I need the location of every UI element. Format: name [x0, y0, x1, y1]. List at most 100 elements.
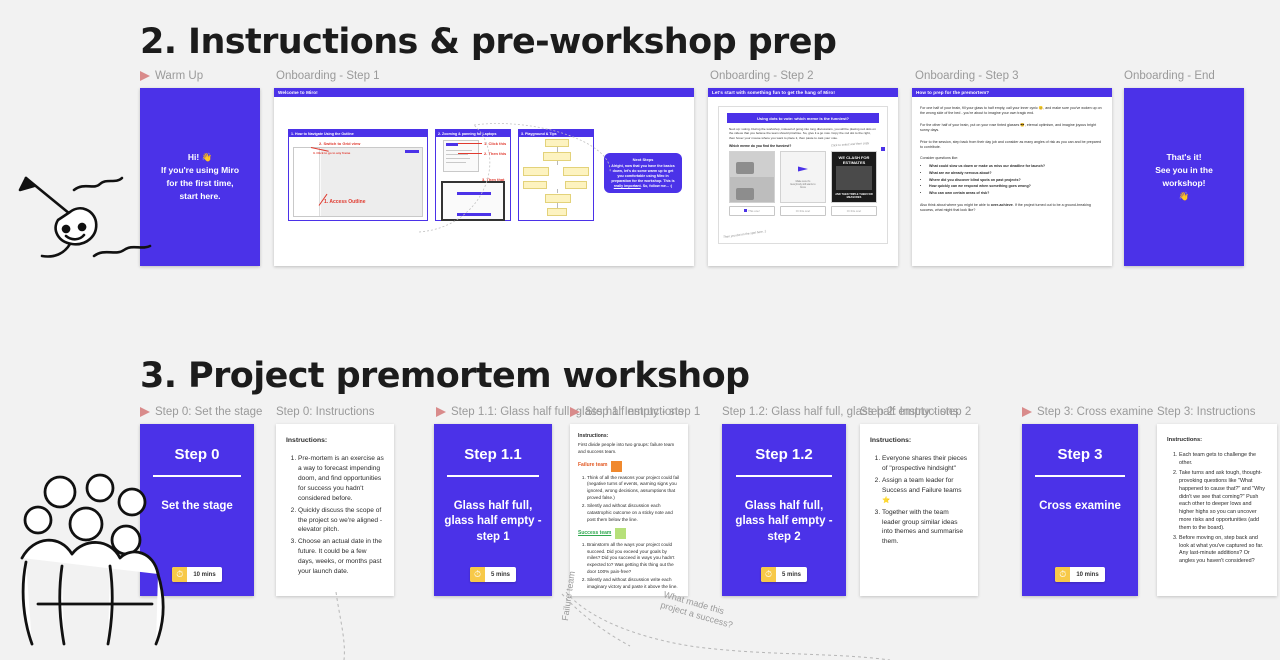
success-team-label: Success team: [578, 528, 680, 540]
step-card-subtitle: Glass half full, glass half empty - step…: [735, 499, 833, 543]
mini-card-body: [519, 137, 593, 219]
note-step-1-instructions[interactable]: Instructions: First divide people into t…: [570, 424, 688, 596]
mini-card-title: 2. Zooming & panning for Laptops: [436, 130, 510, 137]
meme-caption-bottom: AND THEN TRIPLE THEM FOR MEASURES: [835, 193, 873, 200]
miro-board-canvas[interactable]: 2. Instructions & pre-workshop prep Warm…: [0, 0, 1280, 660]
next-steps-sticky-note[interactable]: Next Steps Alright, now that you have th…: [604, 153, 682, 193]
timer-icon: ⏱: [1055, 567, 1071, 582]
annotation-then-this: 2. Then this: [484, 151, 507, 156]
vote-button-1[interactable]: This one!: [729, 206, 775, 217]
note-step-0-instructions[interactable]: Instructions: Pre-mortem is an exercise …: [276, 424, 394, 596]
flag-icon: [436, 407, 446, 417]
timer-icon: ⏱: [760, 567, 776, 582]
step-card-step-0[interactable]: Step 0 Set the stage ⏱ 10 mins: [140, 424, 254, 596]
closing-paragraph: Also think about where you might be able…: [920, 203, 1104, 214]
question-item: What could slow us down or make us miss …: [929, 164, 1104, 169]
note-intro: First divide people into two groups: fai…: [578, 442, 675, 454]
timer-badge[interactable]: ⏱ 5 mins: [760, 567, 807, 582]
frame-label-text: Step 1: Instructions: [585, 406, 684, 418]
next-steps-body-1: Alright, now that you have the basics do…: [611, 164, 675, 183]
note-item: Choose an actual date in the future. It …: [298, 537, 384, 577]
failure-team-label: Failure team: [578, 460, 680, 472]
flag-icon: [140, 407, 150, 417]
frame-warm-up[interactable]: Hi! 👋 If you're using Miro for the first…: [140, 88, 260, 266]
note-list: Each team gets to challenge the other. T…: [1167, 452, 1267, 566]
end-line-2: See you in the: [1155, 164, 1213, 175]
divider: [152, 475, 242, 477]
vote-button-2[interactable]: Or this one!: [780, 206, 826, 217]
canvas-label-failure-team: Failure team: [560, 570, 577, 622]
meme-option-3[interactable]: WE CLASH FOR ESTIMATES AND THEN TRIPLE T…: [831, 151, 877, 204]
vote-banner: Using dots to vote: which meme is the fu…: [727, 113, 879, 123]
frame-label-step-3[interactable]: Step 3: Cross examine: [1022, 406, 1153, 418]
frame-label-onboarding-end[interactable]: Onboarding - End: [1124, 70, 1215, 82]
note-list: Pre-mortem is an exercise as a way to fo…: [286, 454, 384, 577]
divider: [1034, 475, 1126, 477]
red-dot-cursor[interactable]: [881, 147, 885, 151]
canvas-dashed-connectors: [335, 592, 891, 660]
app-screenshot-placeholder: [293, 147, 423, 217]
note-heading: Instructions:: [286, 437, 328, 444]
frame-label-text: Warm Up: [155, 70, 204, 82]
step-card-title: Step 1.2: [755, 446, 813, 463]
failure-team-list: Think of all the reasons your project co…: [578, 475, 680, 524]
note-item: Before moving on, step back and look at …: [1179, 535, 1267, 566]
timer-badge[interactable]: ⏱ 5 mins: [469, 567, 516, 582]
timer-badge[interactable]: ⏱ 10 mins: [172, 567, 222, 582]
note-heading: Instructions:: [1167, 437, 1203, 443]
timer-badge[interactable]: ⏱ 10 mins: [1055, 567, 1105, 582]
frame-label-step-1-instructions[interactable]: Step 1: Instructions: [570, 406, 683, 418]
vote-button-row: This one! Or this one! Or this one!: [729, 206, 877, 217]
meme-option-2[interactable]: Make sure it's Everybody still wants to fo…: [780, 151, 826, 204]
frame-label-step-0-instructions[interactable]: Step 0: Instructions: [276, 406, 374, 418]
mini-card-zoom-pan[interactable]: 2. Zooming & panning for Laptops 1. Clic…: [435, 129, 511, 221]
mini-card-title: 1. How to Navigate Using the Outline: [289, 130, 427, 137]
prep-paragraph-1: For one half of your brain, fill your gl…: [920, 106, 1102, 116]
step-card-title: Step 3: [1057, 446, 1103, 463]
note-heading: Instructions:: [870, 437, 912, 444]
timer-label: 5 mins: [490, 571, 510, 578]
frame-label-text: Onboarding - Step 1: [276, 70, 380, 82]
timer-icon: ⏱: [172, 567, 188, 582]
timer-label: 10 mins: [193, 571, 216, 578]
frame-onboarding-step-3[interactable]: How to prep for the premortem? For one h…: [912, 88, 1112, 266]
next-steps-heading: Next Steps: [632, 157, 654, 162]
frame-label-step-3-instructions[interactable]: Step 3: Instructions: [1157, 406, 1255, 418]
end-line-1: That's it!: [1166, 151, 1202, 162]
step-card-title: Step 0: [174, 446, 220, 463]
step-card-subtitle: Cross examine: [1039, 499, 1121, 512]
frame-label-onboarding-step-2[interactable]: Onboarding - Step 2: [710, 70, 814, 82]
mini-card-title: 3. Playground & Tips: [519, 130, 593, 137]
frame-onboarding-step-1[interactable]: Welcome to Miro! 1. How to Navigate Usin…: [274, 88, 694, 266]
onboarding-step-3-body: For one half of your brain, fill your gl…: [912, 97, 1112, 228]
frame-label-text: Onboarding - End: [1124, 70, 1215, 82]
frame-onboarding-step-2[interactable]: Let's start with something fun to get th…: [708, 88, 898, 266]
frame-label-onboarding-step-3[interactable]: Onboarding - Step 3: [915, 70, 1019, 82]
timer-label: 5 mins: [781, 571, 801, 578]
warm-up-line-3: for the first time,: [166, 178, 234, 188]
mini-card-navigate-outline[interactable]: 1. How to Navigate Using the Outline 2. …: [288, 129, 428, 221]
frame-label-text: Step 3: Instructions: [1157, 406, 1256, 418]
onboarding-step-1-body: 1. How to Navigate Using the Outline 2. …: [274, 97, 694, 264]
vote-button-3[interactable]: Or this one!: [831, 206, 877, 217]
frame-label-step-2-instructions[interactable]: Step 2: Instructions: [860, 406, 958, 418]
mini-card-playground-tips[interactable]: 3. Playground & Tips: [518, 129, 594, 221]
frame-label-warm-up[interactable]: Warm Up: [140, 70, 203, 82]
mini-card-body: 2. Switch to Grid view 3. Click to go to…: [289, 137, 427, 219]
step-card-step-1-1[interactable]: Step 1.1 Glass half full, glass half emp…: [434, 424, 552, 596]
frame-onboarding-end[interactable]: That's it! See you in the workshop! 👋: [1124, 88, 1244, 266]
step-card-subtitle: Glass half full, glass half empty - step…: [444, 499, 542, 543]
question-item: How quickly can we respond when somethin…: [929, 184, 1104, 189]
question-item: Who can own certain areas of risk?: [929, 191, 1104, 196]
annotation-switch-grid: 2. Switch to Grid view: [319, 141, 361, 146]
step-card-subtitle: Set the stage: [161, 499, 233, 512]
step-card-step-3[interactable]: Step 3 Cross examine ⏱ 10 mins: [1022, 424, 1138, 596]
frame-label-step-0[interactable]: Step 0: Set the stage: [140, 406, 262, 418]
step-card-step-1-2[interactable]: Step 1.2 Glass half full, glass half emp…: [722, 424, 846, 596]
meme-option-1[interactable]: [729, 151, 775, 204]
note-step-2-instructions[interactable]: Instructions: Everyone shares their piec…: [860, 424, 978, 596]
note-step-3-instructions[interactable]: Instructions: Each team gets to challeng…: [1157, 424, 1277, 596]
person-writing-doodle: [18, 176, 152, 258]
frame-label-onboarding-step-1[interactable]: Onboarding - Step 1: [276, 70, 380, 82]
meme-row: Make sure it's Everybody still wants to fo…: [729, 151, 877, 204]
